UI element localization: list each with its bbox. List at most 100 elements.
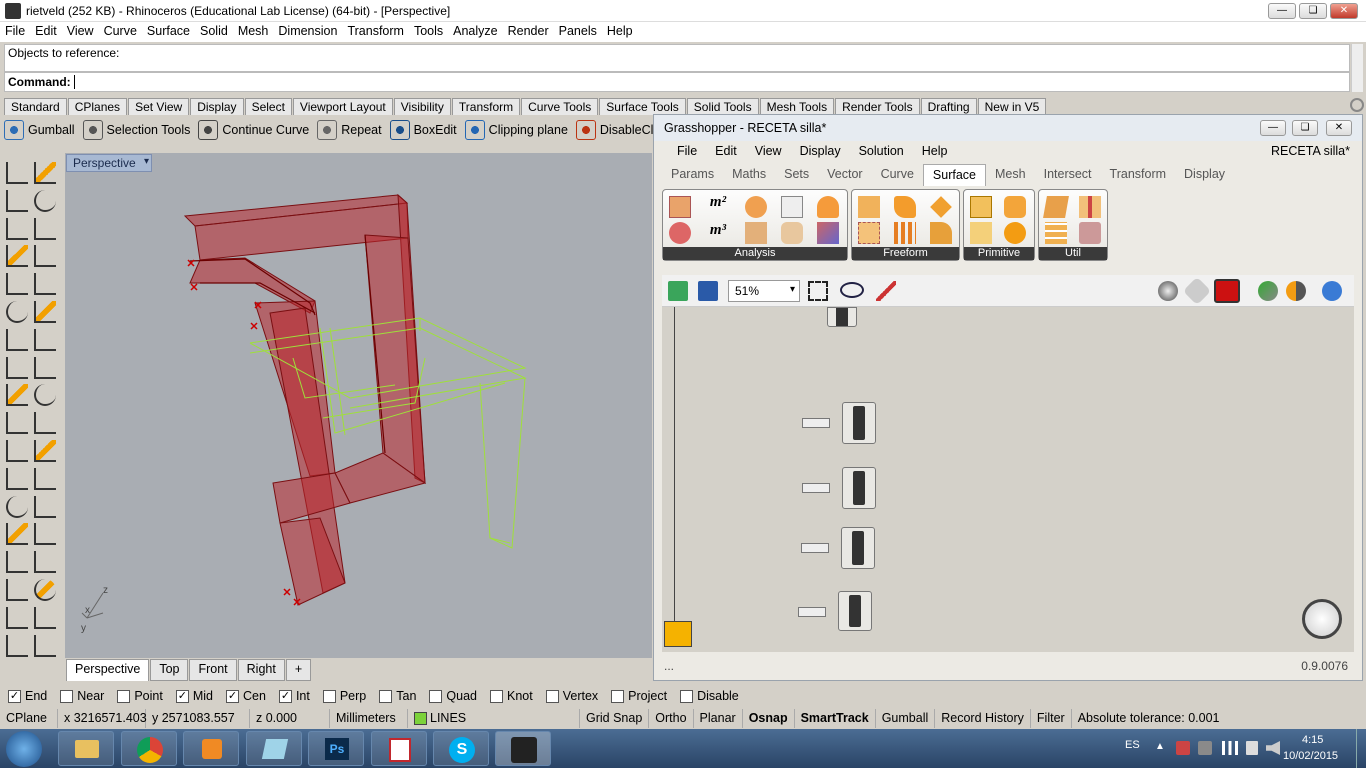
network-surface-icon[interactable] (858, 222, 880, 244)
box-icon[interactable] (970, 196, 992, 218)
status-toggle-filter[interactable]: Filter (1031, 709, 1072, 728)
select-tool-icon[interactable] (6, 606, 28, 629)
isotrim-icon[interactable] (1079, 196, 1101, 218)
toolbar-tab-solid-tools[interactable]: Solid Tools (686, 98, 759, 115)
gh-close-button[interactable]: ✕ (1326, 120, 1352, 136)
osnap-checkbox[interactable] (680, 689, 694, 703)
menu-mesh[interactable]: Mesh (233, 22, 274, 40)
osnap-vertex[interactable]: Vertex (545, 689, 598, 703)
evaluate-icon[interactable] (745, 196, 767, 218)
gh-maximize-button[interactable]: ❏ (1292, 120, 1318, 136)
osnap-project[interactable]: Project (611, 689, 667, 703)
boolean-tool-icon[interactable] (6, 467, 28, 490)
toolbar-tab-curve-tools[interactable]: Curve Tools (521, 98, 599, 115)
box-tool-icon[interactable] (6, 551, 28, 574)
revolve-tool-icon[interactable] (6, 523, 28, 546)
loft-tool-icon[interactable] (6, 495, 28, 518)
osnap-checkbox[interactable]: ✓ (175, 689, 189, 703)
gh-menu-file[interactable]: File (668, 142, 706, 160)
preview-eye-icon[interactable] (840, 282, 864, 298)
tray-device-icon[interactable] (1198, 741, 1212, 755)
point-tool-icon[interactable] (34, 162, 56, 184)
input-grip-4[interactable] (798, 607, 826, 617)
copy-tool-icon[interactable] (34, 384, 56, 407)
surface-frames-icon[interactable] (1045, 222, 1067, 244)
osnap-checkbox[interactable] (379, 689, 393, 703)
area-icon[interactable] (669, 196, 691, 218)
gh-tab-mesh[interactable]: Mesh (986, 164, 1035, 186)
osnap-end[interactable]: ✓ End (8, 689, 47, 703)
rectangle-tool-icon[interactable] (6, 245, 28, 268)
util-group-label[interactable]: Util (1039, 247, 1107, 260)
osnap-cen[interactable]: ✓ Cen (226, 689, 266, 703)
primitive-group-label[interactable]: Primitive (964, 247, 1034, 260)
status-toggle-record-history[interactable]: Record History (935, 709, 1031, 728)
volume-icon[interactable] (1266, 741, 1280, 755)
input-grip-3[interactable] (801, 543, 829, 553)
analysis-group-label[interactable]: Analysis (663, 247, 847, 260)
media-player-taskbar-icon[interactable] (183, 731, 239, 766)
cylinder-tool-icon[interactable] (6, 579, 28, 601)
document-preview-icon[interactable] (1258, 281, 1278, 301)
loft-icon[interactable] (894, 196, 916, 218)
network-icon[interactable] (1222, 741, 1238, 755)
gh-menu-view[interactable]: View (746, 142, 791, 160)
circle-tool-icon[interactable] (6, 217, 28, 240)
toolbar-tab-cplanes[interactable]: CPlanes (67, 98, 128, 115)
plane-surface-icon[interactable] (970, 222, 992, 244)
start-button[interactable] (6, 731, 42, 767)
rotate-tool-icon[interactable] (6, 412, 28, 435)
osnap-knot[interactable]: Knot (490, 689, 533, 703)
skype-taskbar-icon[interactable]: S (433, 731, 489, 766)
gh-minimize-button[interactable]: — (1260, 120, 1286, 136)
osnap-disable[interactable]: Disable (680, 689, 739, 703)
split-tool-icon[interactable] (6, 328, 28, 351)
gh-tab-surface[interactable]: Surface (922, 164, 987, 186)
extend-tool-icon[interactable] (6, 301, 28, 323)
polygon-tool-icon[interactable] (34, 245, 56, 268)
osnap-checkbox[interactable] (545, 689, 559, 703)
toolbar-continue-curve-button[interactable]: Continue Curve (198, 120, 309, 140)
gh-menu-display[interactable]: Display (791, 142, 850, 160)
osnap-checkbox[interactable]: ✓ (278, 689, 292, 703)
gh-document-name[interactable]: RECETA silla* (1271, 144, 1350, 158)
clock-time[interactable]: 4:15 (1302, 734, 1323, 746)
toolbar-gumball-button[interactable]: Gumball (4, 120, 75, 140)
osnap-near[interactable]: Near (60, 689, 104, 703)
toolbar-tab-standard[interactable]: Standard (4, 98, 67, 115)
osnap-quad[interactable]: Quad (429, 689, 477, 703)
viewport-tab-front[interactable]: Front (189, 659, 237, 681)
zoom-dropdown-icon[interactable]: ▾ (790, 284, 795, 295)
toolbar-tab-set-view[interactable]: Set View (128, 98, 190, 115)
show-desktop-button[interactable] (1356, 729, 1366, 768)
gh-menu-help[interactable]: Help (913, 142, 957, 160)
input-grip-2[interactable] (802, 483, 830, 493)
explode-tool-icon[interactable] (6, 356, 28, 379)
toolbar-tab-display[interactable]: Display (190, 98, 244, 115)
panel-component-2[interactable] (842, 467, 876, 509)
tray-expand-icon[interactable]: ▲ (1155, 741, 1165, 752)
trim-tool-icon[interactable] (34, 301, 56, 323)
scale-tool-icon[interactable] (34, 412, 56, 435)
osnap-int[interactable]: ✓ Int (278, 689, 310, 703)
gh-tab-transform[interactable]: Transform (1101, 164, 1176, 186)
osnap-checkbox[interactable] (611, 689, 625, 703)
menu-dimension[interactable]: Dimension (273, 22, 342, 40)
status-toggle-osnap[interactable]: Osnap (743, 709, 795, 728)
cylinder-icon[interactable] (1004, 196, 1026, 218)
toolbar-tab-visibility[interactable]: Visibility (393, 98, 451, 115)
curvature-icon[interactable] (669, 222, 691, 244)
chrome-taskbar-icon[interactable] (121, 731, 177, 766)
toolbar-tab-transform[interactable]: Transform (451, 98, 521, 115)
sweep-tool-icon[interactable] (34, 495, 56, 518)
menu-tools[interactable]: Tools (409, 22, 448, 40)
viewport-tab-add[interactable]: + (285, 659, 312, 681)
polyline-tool-icon[interactable] (6, 634, 28, 657)
canvas-widget-icon[interactable] (664, 621, 692, 647)
brep-join-icon[interactable] (1079, 222, 1101, 244)
rail-revolution-icon[interactable] (930, 222, 952, 244)
command-scrollbar[interactable] (1351, 44, 1363, 92)
battery-icon[interactable] (1246, 741, 1258, 755)
notes-taskbar-icon[interactable] (246, 731, 302, 766)
explorer-taskbar-icon[interactable] (58, 731, 114, 766)
